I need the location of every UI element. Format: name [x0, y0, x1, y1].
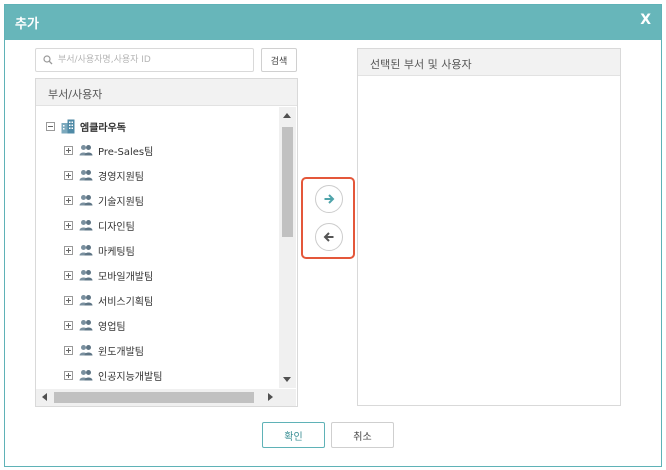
group-icon [79, 245, 93, 256]
arrow-left-icon [323, 232, 334, 242]
expand-toggle-icon[interactable] [64, 270, 73, 280]
tree-item[interactable]: 디자인팀 [64, 215, 135, 235]
tree-item[interactable]: Pre-Sales팀 [64, 140, 153, 160]
tree-item-label: 디자인팀 [98, 221, 135, 233]
org-tree-panel: 부서/사용자 엠클라우독 Pre-Sales팀 경영지원팀 기술지원팀 디자인팀… [35, 78, 298, 407]
tree-item[interactable]: 영업팀 [64, 315, 126, 335]
expand-toggle-icon[interactable] [64, 220, 73, 230]
dialog-titlebar: 추가 X [5, 5, 661, 40]
tree-item[interactable]: 모바일개발팀 [64, 265, 153, 285]
dialog-title: 추가 [15, 17, 39, 32]
tree-item[interactable]: 서비스기획팀 [64, 290, 153, 310]
tree-item-label: Pre-Sales팀 [98, 146, 154, 158]
horizontal-scroll-thumb[interactable] [54, 392, 254, 403]
tree-root-node[interactable]: 엠클라우독 [46, 116, 126, 136]
tree-item[interactable]: 윈도개발팀 [64, 340, 144, 360]
tree-item[interactable]: 기술지원팀 [64, 190, 144, 210]
group-icon [79, 270, 93, 281]
expand-toggle-icon[interactable] [64, 245, 73, 255]
expand-toggle-icon[interactable] [64, 295, 73, 305]
vertical-scroll-thumb[interactable] [282, 127, 293, 237]
expand-toggle-icon[interactable] [64, 145, 73, 155]
group-icon [79, 345, 93, 356]
cancel-button[interactable]: 취소 [331, 422, 394, 448]
tree-item-label: 마케팅팀 [98, 246, 135, 258]
group-icon [79, 195, 93, 206]
tree-item-label: 기술지원팀 [98, 196, 144, 208]
expand-toggle-icon[interactable] [64, 195, 73, 205]
selected-panel: 선택된 부서 및 사용자 [357, 48, 621, 406]
group-icon [79, 170, 93, 181]
scroll-down-icon[interactable] [283, 377, 291, 382]
expand-toggle-icon[interactable] [64, 345, 73, 355]
tree-root-label: 엠클라우독 [80, 122, 126, 134]
search-button[interactable]: 검색 [261, 48, 297, 72]
selected-panel-header: 선택된 부서 및 사용자 [358, 49, 620, 76]
scrollbar-corner [279, 389, 296, 406]
group-icon [79, 220, 93, 231]
search-box [35, 48, 254, 72]
add-selected-button[interactable] [315, 185, 343, 213]
tree-item-label: 인공지능개발팀 [98, 371, 163, 383]
tree-item[interactable]: 마케팅팀 [64, 240, 135, 260]
vertical-scrollbar[interactable] [279, 107, 296, 388]
scroll-left-icon[interactable] [42, 393, 47, 401]
close-button[interactable]: X [640, 12, 651, 28]
tree-item[interactable]: 인공지능개발팀 [64, 365, 162, 385]
scroll-right-icon[interactable] [268, 393, 273, 401]
tree-item-label: 영업팀 [98, 321, 126, 333]
building-icon [61, 119, 75, 133]
horizontal-scrollbar[interactable] [36, 389, 279, 406]
expand-toggle-icon[interactable] [64, 370, 73, 380]
search-icon [43, 55, 53, 65]
group-icon [79, 295, 93, 306]
tree-item-label: 윈도개발팀 [98, 346, 144, 358]
search-input[interactable] [58, 51, 248, 69]
ok-button[interactable]: 확인 [262, 422, 325, 448]
expand-toggle-icon[interactable] [64, 170, 73, 180]
collapse-toggle-icon[interactable] [46, 121, 55, 131]
tree-item-label: 경영지원팀 [98, 171, 144, 183]
arrow-right-icon [324, 194, 335, 204]
remove-selected-button[interactable] [315, 223, 343, 251]
scroll-up-icon[interactable] [283, 113, 291, 118]
expand-toggle-icon[interactable] [64, 320, 73, 330]
group-icon [79, 145, 93, 156]
transfer-controls [301, 177, 355, 259]
group-icon [79, 320, 93, 331]
tree-item[interactable]: 경영지원팀 [64, 165, 144, 185]
group-icon [79, 370, 93, 381]
tree-item-label: 모바일개발팀 [98, 271, 154, 283]
tree-panel-header: 부서/사용자 [36, 79, 297, 106]
tree-item-label: 서비스기획팀 [98, 296, 154, 308]
